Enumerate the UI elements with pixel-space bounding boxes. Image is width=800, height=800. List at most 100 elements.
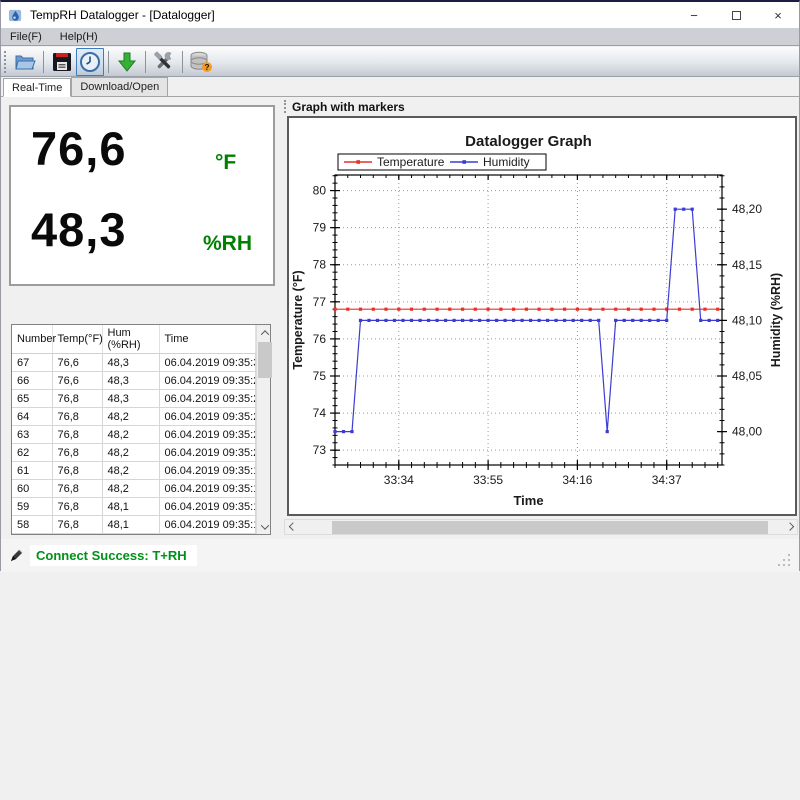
maximize-button[interactable] — [715, 2, 757, 28]
svg-text:Humidity: Humidity — [483, 155, 530, 169]
table-cell: 63 — [12, 426, 52, 444]
table-cell: 60 — [12, 480, 52, 498]
svg-text:33:55: 33:55 — [473, 473, 503, 487]
graph-panel-title: Graph with markers — [292, 100, 405, 114]
table-row[interactable]: 5976,848,106.04.2019 09:35:14 — [12, 498, 255, 516]
data-table: NumberTemp(°F)Hum (%RH)Time 6776,648,306… — [11, 324, 271, 535]
table-header-row: NumberTemp(°F)Hum (%RH)Time — [12, 325, 255, 354]
table-row[interactable]: 5876,848,106.04.2019 09:35:12 — [12, 516, 255, 534]
svg-text:77: 77 — [313, 295, 327, 309]
scroll-left-button[interactable] — [285, 520, 300, 535]
chevron-down-icon — [260, 521, 268, 529]
readout-panel: 76,6 °F 48,3 %RH — [9, 105, 275, 286]
table-cell: 76,8 — [52, 498, 102, 516]
graph-panel-grip[interactable] — [284, 100, 287, 113]
table-scrollbar-thumb[interactable] — [258, 342, 272, 378]
download-button[interactable] — [113, 48, 141, 76]
tab-real-time[interactable]: Real-Time — [3, 78, 71, 97]
database-question-icon: ? — [188, 50, 214, 74]
table-cell: 06.04.2019 09:35:29 — [159, 372, 255, 390]
table-row[interactable]: 6276,848,206.04.2019 09:35:21 — [12, 444, 255, 462]
scroll-up-button[interactable] — [257, 325, 273, 340]
tab-download-open[interactable]: Download/Open — [71, 77, 168, 96]
tools-button[interactable] — [150, 48, 178, 76]
tools-icon — [152, 50, 176, 74]
table-column-header[interactable]: Number — [12, 325, 52, 354]
resize-grip-icon[interactable] — [779, 554, 791, 566]
table-cell: 06.04.2019 09:35:31 — [159, 354, 255, 372]
pen-icon — [9, 548, 24, 563]
table-cell: 76,6 — [52, 354, 102, 372]
table-cell: 64 — [12, 408, 52, 426]
table-row[interactable]: 6676,648,306.04.2019 09:35:29 — [12, 372, 255, 390]
svg-text:80: 80 — [313, 184, 327, 198]
scroll-right-button[interactable] — [782, 520, 797, 535]
device-query-button[interactable]: ? — [187, 48, 215, 76]
download-arrow-icon — [116, 51, 138, 73]
svg-text:Datalogger Graph: Datalogger Graph — [465, 133, 592, 150]
open-file-button[interactable] — [11, 48, 39, 76]
table-cell: 76,8 — [52, 480, 102, 498]
svg-text:48,05: 48,05 — [732, 369, 762, 383]
window-title: TempRH Datalogger - [Datalogger] — [30, 8, 215, 22]
table-cell: 48,3 — [102, 372, 159, 390]
table-cell: 76,8 — [52, 408, 102, 426]
toolbar-separator — [108, 51, 109, 73]
svg-text:74: 74 — [313, 406, 327, 420]
table-cell: 66 — [12, 372, 52, 390]
table-cell: 76,8 — [52, 444, 102, 462]
scroll-down-button[interactable] — [257, 519, 273, 534]
table-cell: 06.04.2019 09:35:27 — [159, 390, 255, 408]
table-cell: 06.04.2019 09:35:25 — [159, 408, 255, 426]
humidity-unit: %RH — [203, 232, 252, 256]
svg-text:73: 73 — [313, 443, 327, 457]
time-button[interactable] — [76, 48, 104, 76]
svg-text:Temperature: Temperature — [377, 155, 445, 169]
toolbar-grip[interactable] — [4, 51, 7, 73]
svg-text:Temperature (°F): Temperature (°F) — [291, 270, 305, 369]
table-column-header[interactable]: Time — [159, 325, 255, 354]
table-row[interactable]: 6376,848,206.04.2019 09:35:23 — [12, 426, 255, 444]
table-cell: 48,2 — [102, 444, 159, 462]
open-folder-icon — [13, 50, 37, 74]
close-button[interactable]: × — [757, 2, 799, 28]
table-cell: 06.04.2019 09:35:12 — [159, 516, 255, 534]
table-cell: 48,3 — [102, 354, 159, 372]
table-column-header[interactable]: Hum (%RH) — [102, 325, 159, 354]
table-cell: 48,1 — [102, 516, 159, 534]
chevron-up-icon — [260, 330, 268, 338]
chevron-right-icon — [785, 522, 793, 530]
table-cell: 58 — [12, 516, 52, 534]
menu-help[interactable]: Help(H) — [51, 28, 107, 45]
graph-scrollbar-thumb[interactable] — [332, 521, 768, 534]
table-row[interactable]: 6776,648,306.04.2019 09:35:31 — [12, 354, 255, 372]
table-cell: 48,2 — [102, 426, 159, 444]
svg-text:76: 76 — [313, 332, 327, 346]
table-column-header[interactable]: Temp(°F) — [52, 325, 102, 354]
title-bar: TempRH Datalogger - [Datalogger] − × — [1, 2, 799, 28]
table-row[interactable]: 6476,848,206.04.2019 09:35:25 — [12, 408, 255, 426]
table-cell: 48,3 — [102, 390, 159, 408]
table-row[interactable]: 6576,848,306.04.2019 09:35:27 — [12, 390, 255, 408]
table-row[interactable]: 6076,848,206.04.2019 09:35:16 — [12, 480, 255, 498]
table-cell: 62 — [12, 444, 52, 462]
svg-text:78: 78 — [313, 258, 327, 272]
toolbar-separator — [182, 51, 183, 73]
svg-text:75: 75 — [313, 369, 327, 383]
app-window: TempRH Datalogger - [Datalogger] − × Fil… — [0, 0, 800, 571]
table-cell: 61 — [12, 462, 52, 480]
menu-file[interactable]: File(F) — [1, 28, 51, 45]
graph-scrollbar[interactable] — [284, 519, 798, 535]
save-button[interactable] — [48, 48, 76, 76]
maximize-icon — [732, 11, 741, 20]
table-scrollbar[interactable] — [256, 325, 271, 534]
temperature-unit: °F — [215, 151, 236, 175]
svg-text:48,20: 48,20 — [732, 202, 762, 216]
table-row[interactable]: 6176,848,206.04.2019 09:35:18 — [12, 462, 255, 480]
minimize-button[interactable]: − — [673, 2, 715, 28]
svg-text:48,10: 48,10 — [732, 313, 762, 327]
table-cell: 06.04.2019 09:35:18 — [159, 462, 255, 480]
table-cell: 06.04.2019 09:35:16 — [159, 480, 255, 498]
chevron-left-icon — [288, 522, 296, 530]
table-cell: 06.04.2019 09:35:23 — [159, 426, 255, 444]
